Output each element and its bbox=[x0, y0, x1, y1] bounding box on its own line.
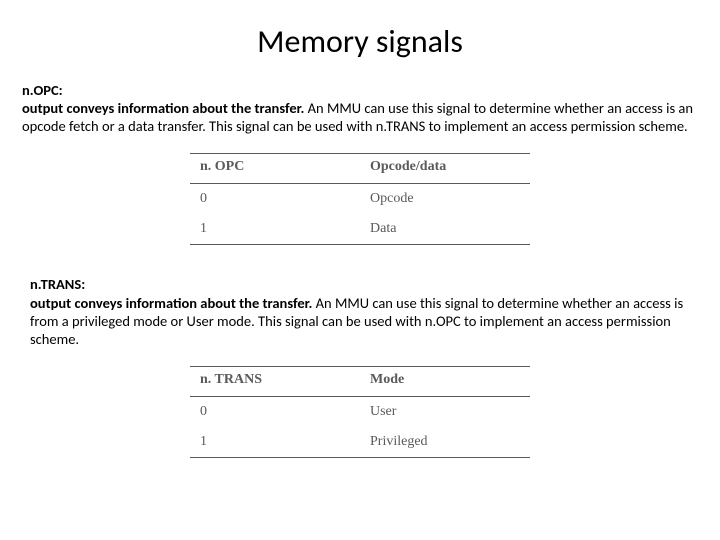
table-cell: Privileged bbox=[360, 427, 530, 458]
ntrans-heading: n.TRANS: bbox=[30, 275, 85, 293]
table-cell: Opcode bbox=[360, 184, 530, 215]
table-row: 1 Privileged bbox=[190, 427, 530, 458]
table-row: 1 Data bbox=[190, 214, 530, 245]
page-title: Memory signals bbox=[0, 0, 720, 81]
ntrans-lead: output conveys information about the tra… bbox=[30, 294, 312, 312]
section-ntrans: n.TRANS: output conveys information abou… bbox=[0, 275, 720, 348]
table-row: 0 User bbox=[190, 396, 530, 427]
table-cell: Data bbox=[360, 214, 530, 245]
table-cell: 0 bbox=[190, 396, 360, 427]
table-cell: User bbox=[360, 396, 530, 427]
table-header: n. OPC bbox=[190, 154, 360, 184]
nopc-lead: output conveys information about the tra… bbox=[22, 99, 304, 117]
table-cell: 1 bbox=[190, 427, 360, 458]
table-header: Opcode/data bbox=[360, 154, 530, 184]
table-header: n. TRANS bbox=[190, 366, 360, 396]
table-header: Mode bbox=[360, 366, 530, 396]
nopc-heading: n.OPC: bbox=[22, 81, 63, 99]
table-nopc: n. OPC Opcode/data 0 Opcode 1 Data bbox=[190, 153, 530, 245]
table-cell: 1 bbox=[190, 214, 360, 245]
section-nopc: n.OPC: output conveys information about … bbox=[0, 81, 720, 135]
table-ntrans: n. TRANS Mode 0 User 1 Privileged bbox=[190, 366, 530, 458]
table-row: 0 Opcode bbox=[190, 184, 530, 215]
table-cell: 0 bbox=[190, 184, 360, 215]
